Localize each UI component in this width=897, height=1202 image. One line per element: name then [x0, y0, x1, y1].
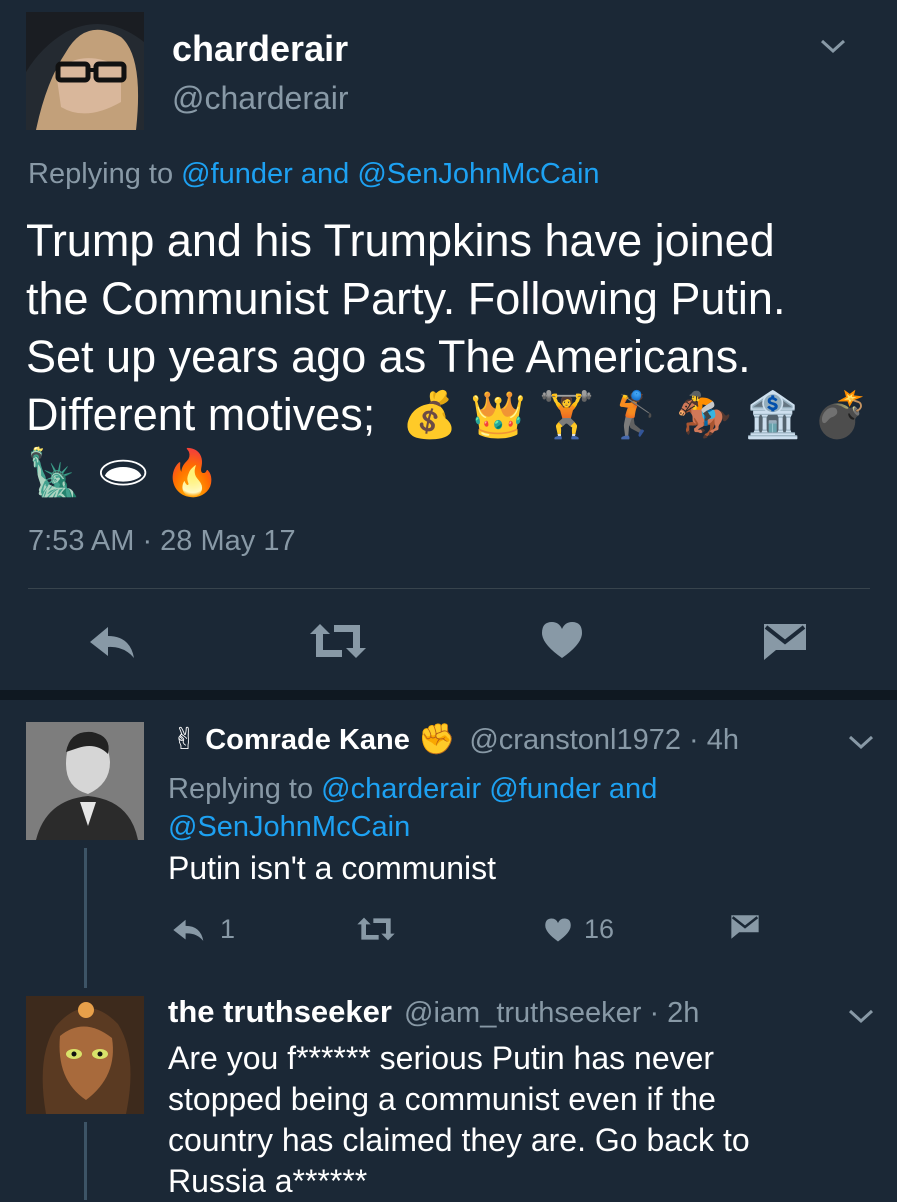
separator — [28, 588, 870, 589]
reply-display-name[interactable]: Comrade Kane — [205, 724, 410, 756]
reply-text-line: Are you f****** serious Putin has never — [168, 1040, 715, 1076]
replying-to: Replying to @funder and @SenJohnMcCain — [28, 158, 600, 191]
reply-display-name[interactable]: the truthseeker — [168, 994, 392, 1029]
display-name[interactable]: charderair — [172, 28, 348, 70]
chevron-down-icon[interactable] — [820, 38, 846, 54]
reply-handle-time[interactable]: @iam_truthseeker · 2h — [404, 997, 699, 1029]
replying-to: Replying to @charderair @funder and @Sen… — [168, 770, 657, 846]
avatar[interactable] — [26, 12, 144, 130]
replying-prefix: Replying to — [28, 158, 182, 190]
emoji-fire: 🔥 — [164, 447, 221, 498]
thread-line — [84, 1122, 87, 1200]
user-photo — [26, 722, 144, 840]
user-photo — [26, 12, 144, 130]
chevron-down-icon[interactable] — [848, 1008, 874, 1024]
emoji-bomb: 💣 — [813, 389, 870, 440]
emoji-bank: 🏦 — [744, 389, 801, 440]
emoji-victory-hand: ✌ — [172, 723, 198, 756]
retweet-action[interactable] — [356, 916, 396, 942]
user-photo — [26, 996, 144, 1114]
like-action[interactable]: 16 — [544, 914, 614, 945]
emoji-moneybag: 💰 — [401, 389, 458, 440]
emoji-crown: 👑 — [470, 389, 527, 440]
tweet-text-line: the Communist Party. Following Putin. — [26, 273, 786, 324]
emoji-raised-fist: ✊ — [417, 723, 456, 756]
reply-handle-time[interactable]: @cranstonl1972 · 4h — [469, 724, 739, 756]
tweet-text-line: Different motives; — [26, 389, 376, 440]
handle[interactable]: @charderair — [172, 80, 349, 117]
replying-mentions[interactable]: @SenJohnMcCain — [168, 808, 657, 846]
reply-text-line: country has claimed they are. Go back to — [168, 1122, 750, 1158]
reply-text: Putin isn't a communist — [168, 850, 497, 886]
tweet-text-line: Trump and his Trumpkins have joined — [26, 215, 775, 266]
replying-mentions[interactable]: @charderair @funder and — [321, 773, 657, 805]
replying-mentions[interactable]: @funder and @SenJohnMcCain — [181, 158, 599, 190]
emoji-hole: 🕳 — [94, 447, 152, 498]
emoji-weightlifter: 🏋 — [538, 389, 595, 440]
envelope-icon[interactable] — [730, 914, 760, 940]
chevron-down-icon[interactable] — [848, 734, 874, 750]
emoji-horse-racing: 🏇 — [676, 389, 733, 440]
reply-icon[interactable] — [172, 917, 206, 943]
timestamp[interactable]: 7:53 AM · 28 May 17 — [28, 525, 296, 558]
reply-count: 1 — [220, 914, 236, 944]
heart-icon[interactable] — [540, 620, 584, 660]
replying-prefix: Replying to — [168, 773, 322, 805]
tweet-divider — [0, 690, 897, 700]
tweet-text: Trump and his Trumpkins have joined the … — [26, 212, 886, 502]
reply-action[interactable]: 1 — [172, 914, 235, 945]
emoji-golfer: 🏌 — [607, 389, 664, 440]
avatar[interactable] — [26, 996, 144, 1114]
reply-text-line: Russia a****** — [168, 1163, 368, 1199]
retweet-icon[interactable] — [308, 622, 368, 660]
tweet-text-line: Set up years ago as The Americans. — [26, 331, 751, 382]
retweet-icon[interactable] — [356, 916, 396, 942]
reply-header: the truthseeker @iam_truthseeker · 2h — [168, 994, 699, 1030]
thread-line — [84, 848, 87, 988]
reply-icon[interactable] — [88, 624, 138, 660]
reply-header: ✌ Comrade Kane ✊ @cranstonl1972 · 4h — [172, 722, 739, 757]
reply-text-line: stopped being a communist even if the — [168, 1081, 716, 1117]
like-count: 16 — [584, 914, 615, 944]
reply-text: Are you f****** serious Putin has never … — [168, 1038, 750, 1202]
envelope-icon[interactable] — [762, 622, 808, 662]
heart-icon[interactable] — [544, 917, 572, 943]
emoji-statue-of-liberty: 🗽 — [26, 447, 83, 498]
avatar[interactable] — [26, 722, 144, 840]
